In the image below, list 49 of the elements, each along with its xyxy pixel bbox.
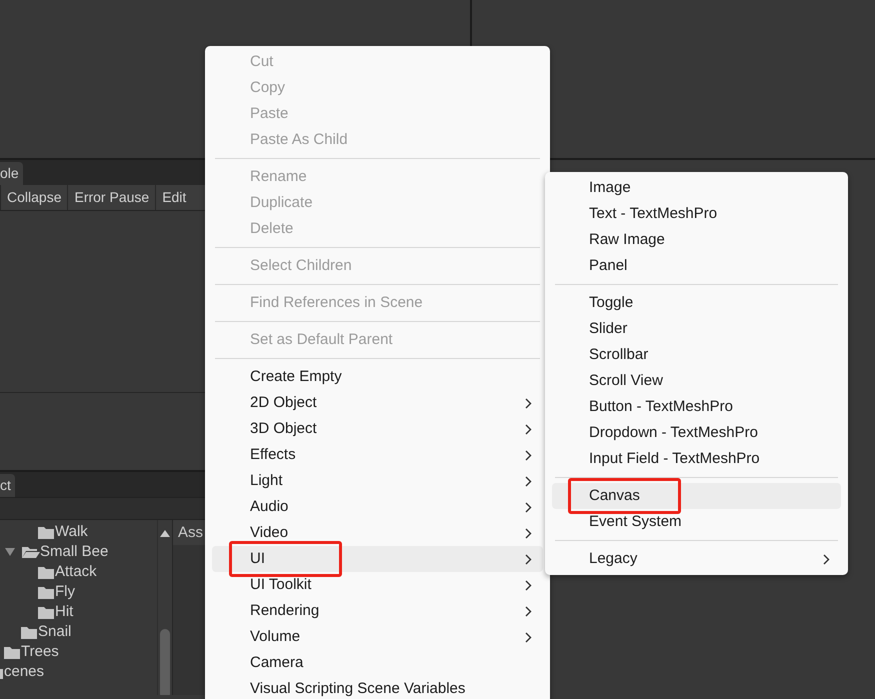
menu-item[interactable]: Slider <box>552 316 841 342</box>
folder-label[interactable]: Small Bee <box>40 540 108 564</box>
folder-icon <box>38 566 54 578</box>
folder-icon <box>21 626 37 638</box>
scroll-up-arrow-icon[interactable] <box>160 530 170 537</box>
menu-item[interactable]: Rendering <box>212 598 543 624</box>
menu-item[interactable]: Scrollbar <box>552 342 841 368</box>
menu-item[interactable]: Scroll View <box>552 368 841 394</box>
folder-label[interactable]: Snail <box>38 620 72 644</box>
folder-icon <box>38 586 54 598</box>
folder-label[interactable]: Walk <box>55 520 88 544</box>
menu-item[interactable]: 3D Object <box>212 416 543 442</box>
menu-item[interactable]: UI Toolkit <box>212 572 543 598</box>
menu-item[interactable]: Toggle <box>552 290 841 316</box>
panel-tab[interactable]: ole <box>0 162 23 185</box>
expanded-arrow-icon[interactable] <box>5 548 15 556</box>
menu-item[interactable]: Visual Scripting Scene Variables <box>212 676 543 699</box>
menu-item[interactable]: Event System <box>552 509 841 535</box>
menu-item[interactable]: Image <box>552 175 841 201</box>
menu-item[interactable]: Effects <box>212 442 543 468</box>
menu-item[interactable]: Camera <box>212 650 543 676</box>
menu-item[interactable]: Create Empty <box>212 364 543 390</box>
folder-label[interactable]: Attack <box>55 560 97 584</box>
folder-label[interactable]: Trees <box>21 640 59 664</box>
menu-item[interactable]: UI <box>212 546 543 572</box>
panel-tab[interactable]: ct <box>0 474 15 497</box>
menu-item[interactable]: Audio <box>212 494 543 520</box>
menu-item[interactable]: Button - TextMeshPro <box>552 394 841 420</box>
menu-item[interactable]: Raw Image <box>552 227 841 253</box>
folder-label[interactable]: Hit <box>55 600 74 624</box>
menu-item[interactable]: Light <box>212 468 543 494</box>
menu-item[interactable]: Panel <box>552 253 841 279</box>
column-header[interactable]: Ass <box>173 520 205 545</box>
folder-label[interactable]: cenes <box>4 660 44 684</box>
menu-item[interactable]: Legacy <box>552 546 841 572</box>
menu-item[interactable]: Input Field - TextMeshPro <box>552 446 841 472</box>
folder-icon <box>38 606 54 618</box>
folder-icon <box>38 526 54 538</box>
scrollbar[interactable] <box>157 520 172 695</box>
open-folder-icon <box>21 546 41 558</box>
menu-item[interactable]: Dropdown - TextMeshPro <box>552 420 841 446</box>
menu-item[interactable]: Text - TextMeshPro <box>552 201 841 227</box>
folder-icon <box>4 646 20 658</box>
menu-item[interactable]: 2D Object <box>212 390 543 416</box>
scrollbar-thumb[interactable] <box>160 629 170 695</box>
menu-item[interactable]: Volume <box>212 624 543 650</box>
menu-item[interactable]: Video <box>212 520 543 546</box>
folder-label[interactable]: Fly <box>55 580 75 604</box>
menu-item[interactable]: Canvas <box>552 483 841 509</box>
